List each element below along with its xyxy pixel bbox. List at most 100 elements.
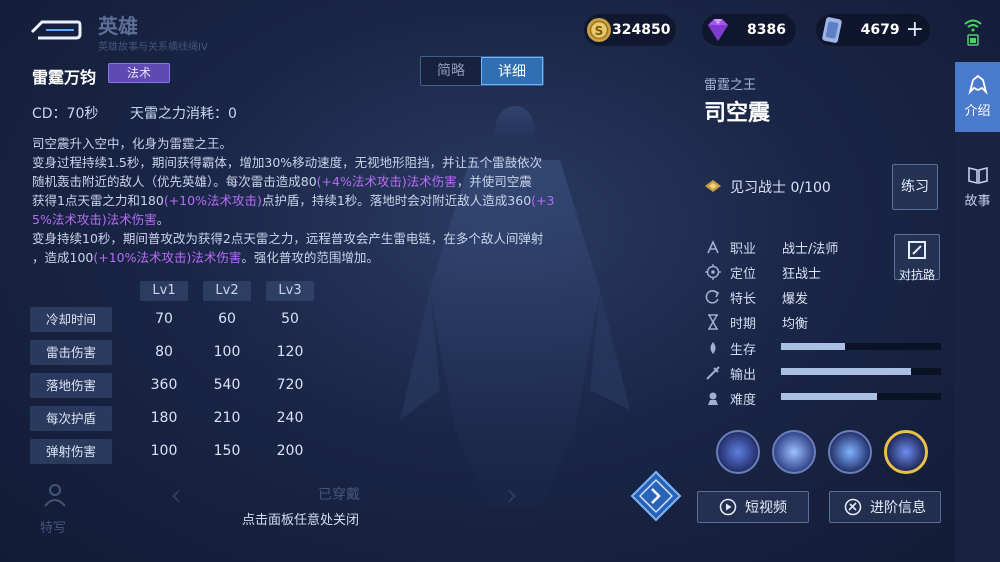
level-header: Lv2 xyxy=(203,281,251,301)
table-row-label: 每次护盾 xyxy=(30,406,112,431)
table-row-label: 雷击伤害 xyxy=(30,340,112,365)
attr-value: 均衡 xyxy=(782,317,809,332)
back-arrow-icon xyxy=(30,20,82,40)
stat-bar-fill xyxy=(781,393,877,400)
description-highlight: 5%法术攻击)法术伤害 xyxy=(32,212,157,227)
advanced-info-label: 进阶信息 xyxy=(870,500,926,516)
tab-detail[interactable]: 详细 xyxy=(481,57,543,85)
table-cell: 80 xyxy=(155,344,173,360)
description-line: 司空震升入空中，化身为雷霆之王。 xyxy=(32,134,592,153)
survival-icon xyxy=(704,339,722,357)
skill-cooldown: CD：70秒 xyxy=(32,106,99,122)
side-tab-bar xyxy=(955,62,1000,562)
description-text: 获得1点天雷之力和180 xyxy=(32,193,164,208)
description-text: 点护盾，持续1秒。落地时会对附近敌人造成360 xyxy=(261,193,532,208)
description-text: 。强化普攻的范围增加。 xyxy=(241,250,379,265)
gem-value: 8386 xyxy=(747,22,786,38)
add-currency-button[interactable]: + xyxy=(906,19,924,41)
coin-value: 324850 xyxy=(612,22,671,38)
description-text: 随机轰击附近的敌人（优先英雄）。每次雷击造成80 xyxy=(32,174,317,189)
table-cell: 150 xyxy=(213,443,241,459)
gem-balance[interactable]: 8386 xyxy=(702,14,796,46)
next-skin-icon[interactable]: › xyxy=(506,478,518,513)
ticket-value: 4679 xyxy=(860,22,900,38)
table-cell: 210 xyxy=(213,410,241,426)
description-line: 变身过程持续1.5秒，期间获得霸体，增加30%移动速度，无视地形阻挡，并让五个雷… xyxy=(32,153,592,172)
short-video-label: 短视频 xyxy=(745,500,787,516)
stat-bar xyxy=(781,343,941,350)
tab-intro[interactable]: 介绍 xyxy=(955,62,1000,132)
stat-bar xyxy=(781,368,941,375)
difficulty-icon xyxy=(704,389,722,407)
level-header: Lv3 xyxy=(266,281,314,301)
description-text: ，并使司空震 xyxy=(456,174,532,189)
table-cell: 100 xyxy=(213,344,241,360)
description-highlight: (+4%法术攻击)法术伤害 xyxy=(316,174,457,189)
closeup-label[interactable]: 特写 xyxy=(40,517,66,536)
worn-label: 已穿戴 xyxy=(318,487,360,503)
skill-panel-toggle-button[interactable] xyxy=(630,470,682,522)
table-cell: 120 xyxy=(276,344,304,360)
table-cell: 200 xyxy=(276,443,304,459)
gold-coin-icon: S xyxy=(586,16,612,44)
description-line: 变身持续10秒，期间普攻改为获得2点天雷之力，远程普攻会产生雷电链，在多个敌人间… xyxy=(32,229,592,248)
table-cell: 360 xyxy=(150,377,178,393)
coin-balance[interactable]: S 324850 xyxy=(584,14,676,46)
lane-button[interactable]: 对抗路 xyxy=(894,234,940,282)
stat-bar-fill xyxy=(781,368,911,375)
diamond-icon xyxy=(704,16,732,44)
advanced-info-button[interactable]: 进阶信息 xyxy=(829,491,941,523)
description-text: 变身持续10秒，期间普攻改为获得2点天雷之力，远程普攻会产生雷电链，在多个敌人间… xyxy=(32,231,544,246)
skill-name: 雷霆万钧 xyxy=(32,68,97,87)
description-highlight: (+3 xyxy=(531,193,555,208)
description-highlight: (+10%法术攻击) xyxy=(163,193,262,208)
skill-3-icon[interactable] xyxy=(828,430,872,474)
table-cell: 240 xyxy=(276,410,304,426)
table-cell: 540 xyxy=(213,377,241,393)
attr-value: 战士/法师 xyxy=(782,242,839,257)
play-icon xyxy=(719,498,737,516)
short-video-button[interactable]: 短视频 xyxy=(697,491,809,523)
closeup-icon[interactable] xyxy=(40,480,70,510)
table-cell: 70 xyxy=(155,311,173,327)
hero-helmet-icon xyxy=(967,74,988,95)
skill-2-icon[interactable] xyxy=(772,430,816,474)
description-line: ，造成100(+10%法术攻击)法术伤害。强化普攻的范围增加。 xyxy=(32,248,592,267)
tab-story-label: 故事 xyxy=(964,194,991,209)
tab-intro-label: 介绍 xyxy=(964,104,991,119)
table-cell: 720 xyxy=(276,377,304,393)
advanced-icon xyxy=(844,498,862,516)
prev-skin-icon[interactable]: ‹ xyxy=(170,478,182,513)
description-text: 。 xyxy=(156,212,170,227)
page-title: 英雄 xyxy=(98,14,138,38)
hero-epithet: 雷霆之王 xyxy=(704,78,757,93)
attr-value: 狂战士 xyxy=(782,267,822,282)
description-text: ，造成100 xyxy=(32,250,94,265)
damage-icon xyxy=(704,364,722,382)
tab-brief[interactable]: 简略 xyxy=(421,57,481,85)
description-line: 5%法术攻击)法术伤害。 xyxy=(32,210,592,229)
ticket-balance[interactable]: 4679 + xyxy=(816,14,930,46)
table-cell: 180 xyxy=(150,410,178,426)
close-hint[interactable]: 点击面板任意处关闭 xyxy=(242,509,359,528)
coupon-icon xyxy=(818,16,846,44)
skill-1-icon[interactable] xyxy=(716,430,760,474)
mastery-rank: 见习战士 0/100 xyxy=(730,180,831,196)
back-button[interactable] xyxy=(28,16,82,44)
stat-bar-fill xyxy=(781,343,845,350)
tab-story[interactable]: 故事 xyxy=(955,152,1000,222)
mastery-badge-icon xyxy=(704,177,722,195)
stat-label: 生存 xyxy=(730,343,757,358)
stat-bar xyxy=(781,393,941,400)
hero-name: 司空震 xyxy=(704,101,771,126)
practice-button[interactable]: 练习 xyxy=(892,164,938,210)
table-row-label: 冷却时间 xyxy=(30,307,112,332)
attr-label: 特长 xyxy=(730,292,757,307)
svg-text:S: S xyxy=(595,24,604,38)
attr-label: 时期 xyxy=(730,317,757,332)
lane-label: 对抗路 xyxy=(898,268,935,282)
level-header: Lv1 xyxy=(140,281,188,301)
skill-ultimate-icon[interactable] xyxy=(884,430,928,474)
description-line: 获得1点天雷之力和180(+10%法术攻击)点护盾，持续1秒。落地时会对附近敌人… xyxy=(32,191,592,210)
skill-description: 司空震升入空中，化身为雷霆之王。 变身过程持续1.5秒，期间获得霸体，增加30%移… xyxy=(32,134,592,267)
